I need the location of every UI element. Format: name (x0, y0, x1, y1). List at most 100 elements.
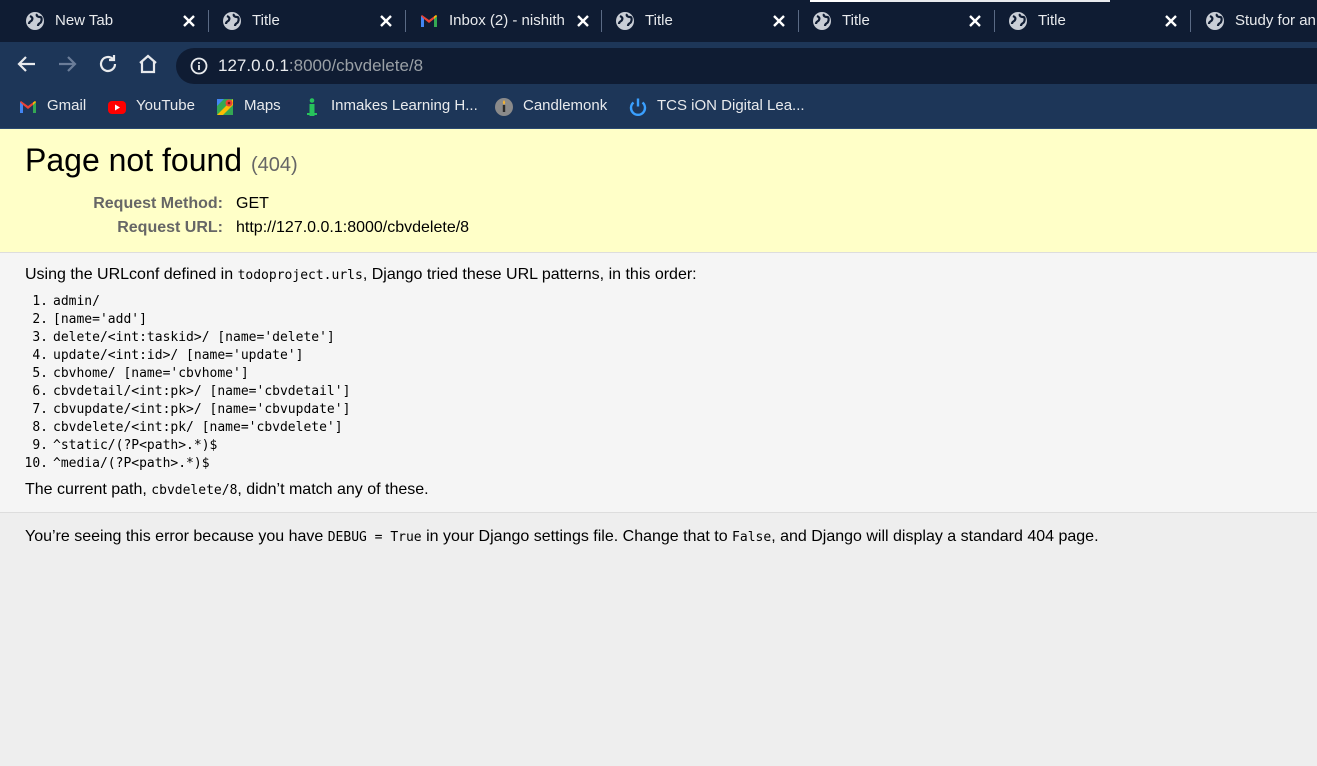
bookmark-label: Maps (244, 97, 281, 114)
url-text[interactable]: 127.0.0.1:8000/cbvdelete/8 (218, 56, 423, 76)
pattern-text: cbvhome/ [name='cbvhome'] (53, 366, 249, 381)
list-item: 2. [name='add'] (32, 311, 350, 329)
tcs-icon (629, 98, 647, 117)
tab-gmail-inbox[interactable]: Inbox (2) - nishith (403, 0, 599, 42)
pattern-number: 9. (32, 438, 48, 453)
bookmark-tcs-ion[interactable]: TCS iON Digital Lea... (628, 86, 805, 128)
request-url-value: http://127.0.0.1:8000/cbvdelete/8 (236, 219, 470, 236)
tab-title: Inbox (2) - nishith (449, 12, 565, 29)
home-icon[interactable] (136, 52, 160, 76)
bookmark-inmakes[interactable]: Inmakes Learning H... (302, 86, 480, 128)
url-pattern-list: 1. admin/ 2. [name='add'] 3. delete/<int:ta… (25, 293, 351, 473)
request-method-label: Request Method: (93, 195, 223, 212)
error-info: Using the URLconf defined in todoproject… (0, 253, 1317, 513)
pattern-number: 10. (24, 456, 48, 471)
pattern-number: 7. (32, 402, 48, 417)
debug-suffix: , and Django will display a standard 404… (771, 528, 1099, 545)
urlconf-prefix: Using the URLconf defined in (25, 266, 238, 283)
bookmark-gmail[interactable]: Gmail (18, 86, 92, 128)
tab-title: New Tab (55, 12, 114, 29)
bookmark-candlemonk[interactable]: Candlemonk (494, 86, 614, 128)
pattern-number: 2. (32, 312, 48, 327)
close-icon[interactable] (967, 13, 983, 29)
tab-new-tab[interactable]: New Tab (9, 0, 205, 42)
gmail-icon (20, 101, 36, 113)
urlconf-text: Using the URLconf defined in todoproject… (25, 265, 697, 286)
globe-icon (1206, 12, 1224, 30)
bookmark-maps[interactable]: Maps (215, 86, 287, 128)
youtube-icon (108, 101, 126, 114)
tab-title-1[interactable]: Title (206, 0, 402, 42)
list-item: 10. ^media/(?P<path>.*)$ (25, 455, 350, 473)
error-code: (404) (250, 154, 298, 176)
error-summary: Page not found (404) Request Method: GET… (0, 129, 1317, 253)
maps-icon (217, 99, 233, 115)
pattern-text: cbvupdate/<int:pk>/ [name='cbvupdate'] (53, 402, 351, 417)
tab-title-4[interactable]: Title (992, 0, 1188, 42)
inmakes-icon (307, 98, 317, 116)
pattern-text: ^media/(?P<path>.*)$ (53, 456, 210, 471)
pattern-text: [name='add'] (53, 312, 147, 327)
debug-setting: DEBUG = True (327, 530, 422, 545)
close-icon[interactable] (575, 13, 591, 29)
tab-study[interactable]: Study for an (1189, 0, 1317, 42)
globe-icon (223, 12, 241, 30)
tab-title: Title (645, 12, 673, 29)
candlemonk-icon (495, 98, 513, 116)
list-item: 7. cbvupdate/<int:pk>/ [name='cbvupdate'] (32, 401, 351, 419)
close-icon[interactable] (378, 13, 394, 29)
current-path: cbvdelete/8 (151, 483, 238, 498)
tab-title-2[interactable]: Title (599, 0, 795, 42)
tab-title: Study for an (1235, 12, 1316, 29)
pattern-text: delete/<int:taskid>/ [name='delete'] (53, 330, 335, 345)
page-content: Page not found (404) Request Method: GET… (0, 129, 1317, 766)
close-icon[interactable] (771, 13, 787, 29)
pattern-text: cbvdelete/<int:pk/ [name='cbvdelete'] (53, 420, 343, 435)
request-method-value: GET (236, 195, 269, 212)
bookmark-label: Gmail (47, 97, 87, 114)
pattern-text: admin/ (53, 294, 100, 309)
url-host: 127.0.0.1 (218, 56, 289, 75)
reload-icon[interactable] (96, 52, 120, 76)
pattern-number: 6. (32, 384, 48, 399)
current-path-prefix: The current path, (25, 481, 152, 498)
current-path-text: The current path, cbvdelete/8, didn’t ma… (25, 480, 429, 501)
list-item: 9. ^static/(?P<path>.*)$ (32, 437, 350, 455)
urlconf-suffix: , Django tried these URL patterns, in th… (362, 266, 697, 283)
list-item: 5. cbvhome/ [name='cbvhome'] (32, 365, 350, 383)
back-arrow-icon[interactable] (15, 52, 39, 76)
pattern-number: 8. (32, 420, 48, 435)
tab-title-3[interactable]: Title (796, 0, 992, 42)
info-icon[interactable] (189, 56, 209, 76)
pattern-number: 5. (32, 366, 48, 381)
pattern-number: 4. (32, 348, 48, 363)
tab-title: Title (252, 12, 280, 29)
close-icon[interactable] (181, 13, 197, 29)
debug-explanation: You’re seeing this error because you hav… (0, 513, 1317, 573)
gmail-icon (421, 15, 437, 27)
tab-title: Title (842, 12, 870, 29)
list-item: 8. cbvdelete/<int:pk/ [name='cbvdelete'] (32, 419, 350, 437)
forward-arrow-icon[interactable] (55, 52, 79, 76)
bookmarks-bar: Gmail YouTube Maps Inmakes Learning H...… (0, 86, 1317, 129)
close-icon[interactable] (1163, 13, 1179, 29)
list-item: 3. delete/<int:taskid>/ [name='delete'] (32, 329, 350, 347)
page-title: Page not found (404) (25, 141, 298, 184)
globe-icon (26, 12, 44, 30)
list-item: 1. admin/ (32, 293, 350, 311)
globe-icon (813, 12, 831, 30)
pattern-number: 3. (32, 330, 48, 345)
list-item: 4. update/<int:id>/ [name='update'] (32, 347, 350, 365)
address-bar[interactable]: 127.0.0.1:8000/cbvdelete/8 (176, 48, 1317, 84)
globe-icon (1009, 12, 1027, 30)
globe-icon (616, 12, 634, 30)
url-path: :8000/cbvdelete/8 (288, 56, 424, 75)
current-path-suffix: , didn’t match any of these. (237, 481, 429, 498)
request-url-label: Request URL: (117, 219, 223, 236)
bookmark-youtube[interactable]: YouTube (107, 86, 199, 128)
list-item: 6. cbvdetail/<int:pk>/ [name='cbvdetail'] (32, 383, 350, 401)
tab-title: Title (1038, 12, 1066, 29)
bookmark-label: Candlemonk (523, 97, 608, 114)
debug-false-value: False (732, 530, 772, 545)
tab-strip: New Tab Title Inbox (2) - nishith Title … (0, 0, 1317, 42)
